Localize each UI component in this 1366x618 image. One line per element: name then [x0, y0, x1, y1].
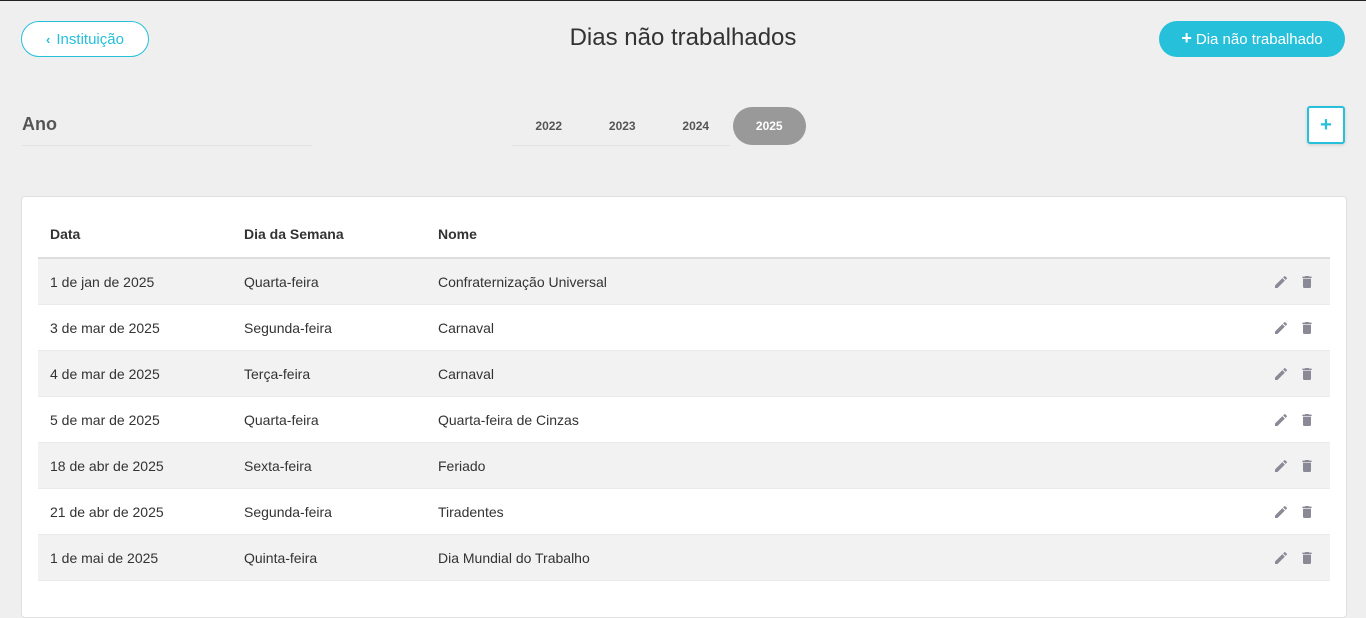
year-tab-2022[interactable]: 2022 — [512, 107, 586, 145]
year-tabs: 2022 2023 2024 2025 — [512, 107, 806, 145]
top-border — [0, 0, 1366, 1]
cell-name: Dia Mundial do Trabalho — [426, 534, 1070, 581]
cell-weekday: Quarta-feira — [232, 258, 426, 305]
cell-name: Quarta-feira de Cinzas — [426, 396, 1070, 443]
edit-icon[interactable] — [1272, 503, 1290, 521]
cell-name: Tiradentes — [426, 488, 1070, 535]
trash-icon[interactable] — [1298, 549, 1316, 567]
column-header-name: Nome — [426, 211, 1070, 259]
cell-actions — [1069, 534, 1330, 581]
cell-weekday: Segunda-feira — [232, 304, 426, 351]
cell-actions — [1069, 304, 1330, 351]
add-day-label: Dia não trabalhado — [1195, 30, 1323, 48]
non-working-days-card: Data Dia da Semana Nome 1 de jan de 2025… — [21, 196, 1347, 618]
edit-icon[interactable] — [1272, 365, 1290, 383]
trash-icon[interactable] — [1298, 319, 1316, 337]
trash-icon[interactable] — [1298, 365, 1316, 383]
trash-icon[interactable] — [1298, 411, 1316, 429]
table-header-row: Data Dia da Semana Nome — [38, 211, 1330, 259]
table-row: 1 de jan de 2025 Quarta-feira Confraterniz… — [38, 258, 1330, 305]
table-row: 5 de mar de 2025 Quarta-feira Quarta-feira… — [38, 396, 1330, 443]
edit-icon[interactable] — [1272, 273, 1290, 291]
trash-icon[interactable] — [1298, 273, 1316, 291]
non-working-days-table: Data Dia da Semana Nome 1 de jan de 2025… — [38, 211, 1330, 581]
trash-icon[interactable] — [1298, 457, 1316, 475]
cell-weekday: Segunda-feira — [232, 488, 426, 535]
cell-name: Carnaval — [426, 350, 1070, 397]
table-row: 21 de abr de 2025 Segunda-feira Tiradentes — [38, 488, 1330, 535]
column-header-date: Data — [38, 211, 232, 259]
cell-weekday: Quinta-feira — [232, 534, 426, 581]
year-tabs-divider — [512, 145, 730, 146]
cell-weekday: Quarta-feira — [232, 396, 426, 443]
edit-icon[interactable] — [1272, 319, 1290, 337]
cell-date: 1 de mai de 2025 — [38, 534, 232, 581]
cell-date: 21 de abr de 2025 — [38, 488, 232, 535]
edit-icon[interactable] — [1272, 549, 1290, 567]
cell-weekday: Terça-feira — [232, 350, 426, 397]
year-tab-2023[interactable]: 2023 — [586, 107, 660, 145]
cell-actions — [1069, 488, 1330, 535]
cell-actions — [1069, 258, 1330, 305]
column-header-actions — [1069, 211, 1330, 259]
year-tab-2025[interactable]: 2025 — [732, 107, 806, 145]
table-row: 4 de mar de 2025 Terça-feira Carnaval — [38, 350, 1330, 397]
cell-date: 1 de jan de 2025 — [38, 258, 232, 305]
cell-weekday: Sexta-feira — [232, 442, 426, 489]
table-row: 1 de mai de 2025 Quinta-feira Dia Mundial … — [38, 534, 1330, 581]
cell-date: 18 de abr de 2025 — [38, 442, 232, 489]
year-label: Ano — [22, 114, 57, 134]
year-tab-2024[interactable]: 2024 — [659, 107, 733, 145]
cell-name: Feriado — [426, 442, 1070, 489]
edit-icon[interactable] — [1272, 411, 1290, 429]
year-label-divider — [22, 145, 312, 146]
add-year-button[interactable]: + — [1307, 106, 1345, 144]
add-non-working-day-button[interactable]: + Dia não trabalhado — [1159, 21, 1345, 57]
cell-name: Confraternização Universal — [426, 258, 1070, 305]
column-header-weekday: Dia da Semana — [232, 211, 426, 259]
cell-date: 5 de mar de 2025 — [38, 396, 232, 443]
cell-actions — [1069, 350, 1330, 397]
cell-actions — [1069, 396, 1330, 443]
trash-icon[interactable] — [1298, 503, 1316, 521]
table-row: 3 de mar de 2025 Segunda-feira Carnaval — [38, 304, 1330, 351]
cell-actions — [1069, 442, 1330, 489]
cell-date: 3 de mar de 2025 — [38, 304, 232, 351]
cell-date: 4 de mar de 2025 — [38, 350, 232, 397]
table-body: 1 de jan de 2025 Quarta-feira Confraterniz… — [38, 258, 1330, 581]
edit-icon[interactable] — [1272, 457, 1290, 475]
plus-icon: + — [1320, 113, 1332, 136]
plus-icon: + — [1181, 28, 1192, 48]
cell-name: Carnaval — [426, 304, 1070, 351]
table-row: 18 de abr de 2025 Sexta-feira Feriado — [38, 442, 1330, 489]
